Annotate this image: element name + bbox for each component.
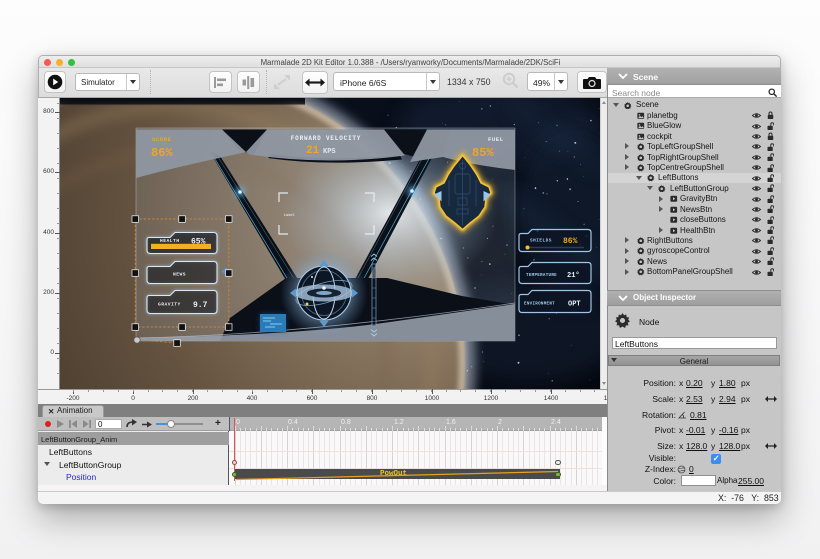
svg-text:9.7: 9.7 — [193, 301, 208, 310]
svg-text:86%: 86% — [151, 146, 173, 160]
svg-text:HEALTH: HEALTH — [160, 238, 180, 244]
svg-text:OPT: OPT — [568, 301, 581, 309]
svg-text:NEWS: NEWS — [173, 272, 186, 278]
svg-text:FORWARD VELOCITY: FORWARD VELOCITY — [291, 135, 361, 142]
svg-text:FUEL: FUEL — [488, 136, 504, 143]
svg-text:SHIELDS: SHIELDS — [530, 239, 552, 244]
svg-text:86%: 86% — [563, 237, 578, 246]
svg-text:TEMPERATURE: TEMPERATURE — [526, 274, 557, 278]
svg-text:85%: 85% — [472, 146, 494, 160]
svg-text:21°: 21° — [567, 271, 580, 280]
svg-text:ENVIRONMENT: ENVIRONMENT — [524, 303, 555, 307]
svg-text:KPS: KPS — [323, 148, 336, 156]
svg-text:Label: Label — [284, 213, 296, 218]
svg-text:21: 21 — [306, 145, 320, 157]
svg-text:SCORE: SCORE — [152, 136, 172, 143]
svg-text:GRAVITY: GRAVITY — [158, 302, 181, 308]
